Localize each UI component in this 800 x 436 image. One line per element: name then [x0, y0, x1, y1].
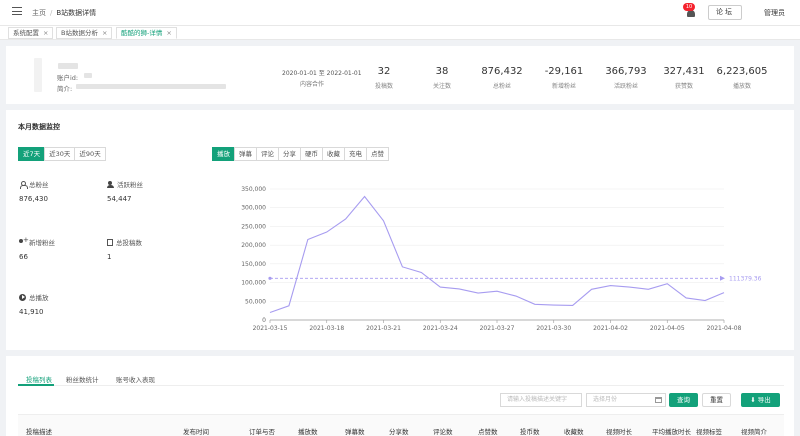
chart-x-ticks: 2021-03-15 2021-03-18 2021-03-21 2021-03-24… — [253, 320, 742, 332]
column-header: 投币数 — [520, 428, 540, 436]
column-header: 播放数 — [298, 428, 318, 436]
column-header: 平均播放时长 — [652, 428, 691, 436]
tab-fans-stats[interactable]: 粉丝数统计 — [66, 374, 99, 384]
column-header: 订单与否 — [249, 428, 275, 436]
month-picker[interactable]: 选择月份 — [586, 393, 666, 407]
tab-income[interactable]: 账号收入表现 — [116, 374, 155, 384]
chart-grid — [270, 188, 724, 321]
column-header: 评论数 — [433, 428, 453, 436]
y-tick-label: 50,000 — [245, 298, 266, 305]
average-arrow — [720, 275, 725, 281]
column-header: 视频时长 — [606, 428, 632, 436]
active-tab-underline — [18, 384, 54, 386]
reset-button[interactable]: 重置 — [702, 393, 731, 407]
x-tick-label: 2021-04-02 — [593, 325, 628, 332]
x-tick-label: 2021-03-24 — [423, 325, 458, 332]
chart-y-ticks: 0 50,000 100,000 150,000 200,000 250,000 300,0… — [241, 186, 266, 324]
tab-divider — [18, 385, 784, 386]
y-tick-label: 0 — [262, 317, 266, 324]
cloud-download-icon: ⬇ — [750, 396, 756, 404]
column-header: 点赞数 — [478, 428, 498, 436]
y-tick-label: 150,000 — [241, 261, 266, 268]
x-tick-label: 2021-03-21 — [366, 325, 401, 332]
query-button[interactable]: 查询 — [669, 393, 698, 407]
x-tick-label: 2021-03-27 — [480, 325, 515, 332]
play-series-line — [269, 195, 725, 314]
x-tick-label: 2021-03-15 — [253, 325, 288, 332]
column-header: 视频标签 — [696, 428, 722, 436]
tab-post-list[interactable]: 投稿列表 — [26, 374, 52, 384]
x-tick-label: 2021-04-08 — [707, 325, 742, 332]
column-header: 视频简介 — [741, 428, 767, 436]
column-header: 收藏数 — [564, 428, 584, 436]
x-tick-label: 2021-04-05 — [650, 325, 685, 332]
y-tick-label: 350,000 — [241, 186, 266, 193]
column-header: 投稿描述 — [26, 428, 52, 436]
y-tick-label: 250,000 — [241, 223, 266, 230]
average-label: 111379.36 — [729, 275, 762, 282]
column-header: 弹幕数 — [345, 428, 365, 436]
average-start-dot — [268, 276, 272, 280]
keyword-search-input[interactable]: 请输入投稿描述关键字 — [500, 393, 582, 407]
export-button[interactable]: ⬇ 导出 — [741, 393, 780, 407]
y-tick-label: 200,000 — [241, 242, 266, 249]
y-tick-label: 300,000 — [241, 205, 266, 212]
calendar-icon — [655, 397, 662, 403]
y-tick-label: 100,000 — [241, 280, 266, 287]
column-header: 分享数 — [389, 428, 409, 436]
x-tick-label: 2021-03-30 — [536, 325, 571, 332]
column-header: 发布时间 — [183, 428, 209, 436]
x-tick-label: 2021-03-18 — [309, 325, 344, 332]
